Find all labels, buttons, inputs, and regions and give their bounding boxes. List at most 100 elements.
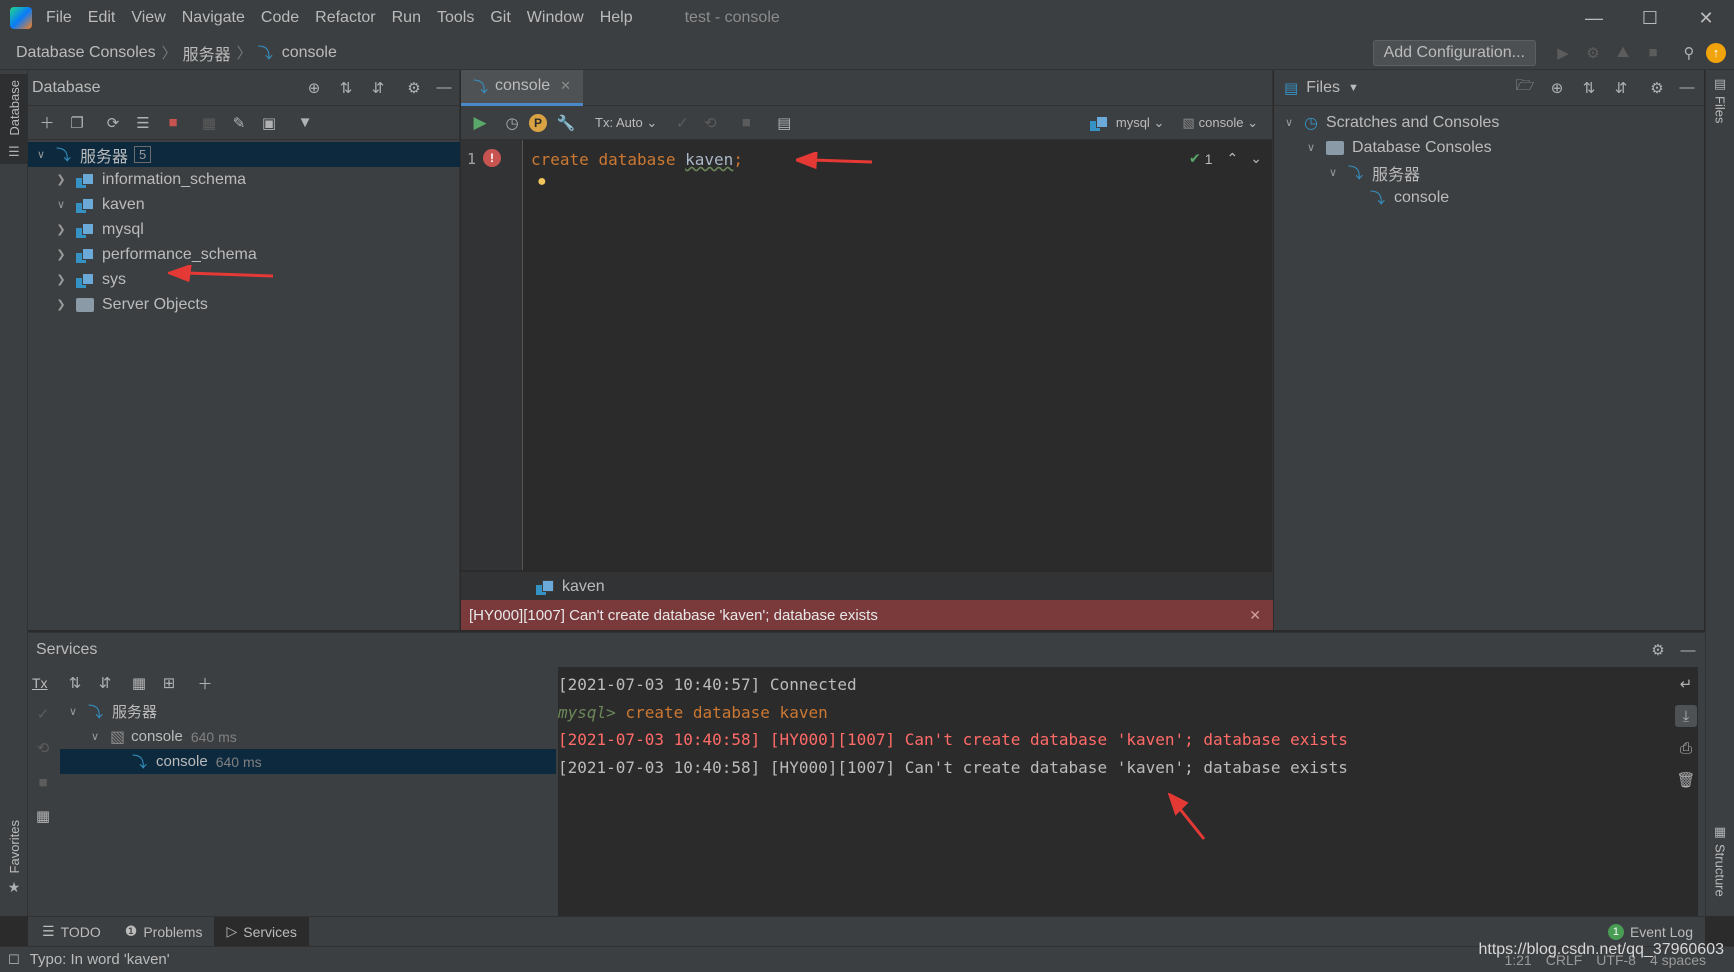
chevron-down-icon[interactable]: ∨ [1282,116,1296,129]
tree-node-database-consoles[interactable]: ∨ Database Consoles [1274,135,1704,160]
commit-icon[interactable]: ✓ [671,112,693,134]
layout-icon[interactable]: ▦ [32,805,54,827]
print-icon[interactable]: ⎙ [1675,737,1697,759]
gear-icon[interactable]: ⚙ [1646,77,1668,99]
collapse-all-icon[interactable]: ⇵ [94,672,116,694]
chevron-down-icon[interactable]: ▼ [1348,82,1359,94]
tree-node-schema[interactable]: ❯ information_schema [28,167,460,192]
menu-edit[interactable]: Edit [88,9,116,27]
hide-panel-icon[interactable]: — [433,77,455,99]
menu-view[interactable]: View [131,9,165,27]
breadcrumb-database-consoles[interactable]: Database Consoles [16,44,156,62]
collapse-all-icon[interactable]: ⇵ [367,77,389,99]
maximize-icon[interactable]: ☐ [1622,8,1678,29]
close-window-icon[interactable]: ✕ [1678,8,1734,29]
chevron-right-icon[interactable]: ❯ [54,298,68,311]
tree-node-scratches[interactable]: ∨ ◷ Scratches and Consoles [1274,110,1704,135]
filter-icon[interactable]: ▼ [294,112,316,134]
table-icon[interactable]: ▦ [198,112,220,134]
structure-tool-button[interactable]: ▦ Structure [1706,824,1734,897]
collapse-all-icon[interactable]: ⇵ [1610,77,1632,99]
commit-icon[interactable]: ✓ [32,703,54,725]
chevron-right-icon[interactable]: ❯ [54,273,68,286]
add-icon[interactable]: ＋ [36,112,58,134]
tx-mode-dropdown[interactable]: Tx: Auto ⌄ [595,115,657,131]
run-icon[interactable]: ▶ [1552,42,1574,64]
tree-node-console[interactable]: ⤵ console [1274,185,1704,210]
group-by-icon[interactable]: ▦ [128,672,150,694]
expand-all-icon[interactable]: ⇅ [64,672,86,694]
menu-refactor[interactable]: Refactor [315,9,375,27]
statement-breadcrumb[interactable]: kaven [461,572,1273,600]
tree-node-server[interactable]: ∨ ⤵ 服务器 [1274,160,1704,185]
menu-help[interactable]: Help [600,9,633,27]
menu-file[interactable]: File [46,9,72,27]
trash-icon[interactable]: 🗑 [1675,769,1697,791]
coverage-icon[interactable]: ⛰ [1612,42,1634,64]
execute-icon[interactable]: ▶ [469,112,491,134]
expand-all-icon[interactable]: ⇅ [335,77,357,99]
breadcrumb-console[interactable]: console [282,44,337,62]
explain-plan-icon[interactable]: P [529,113,547,132]
cancel-query-icon[interactable]: ■ [735,112,757,134]
chevron-down-icon[interactable]: ⌄ [1250,150,1262,167]
chevron-down-icon[interactable]: ∨ [34,148,48,161]
soft-wrap-icon[interactable]: ↵ [1675,673,1697,695]
copy-icon[interactable]: ❐ [66,112,88,134]
tab-services[interactable]: ▷ Services [214,916,309,947]
tree-node-schema[interactable]: ❯ mysql [28,217,460,242]
toggle-tool-windows-icon[interactable]: ☐ [8,952,20,968]
services-node-console[interactable]: ⤵ console 640 ms [60,749,556,774]
services-node-session[interactable]: ∨ ▧ console 640 ms [60,724,556,749]
history-icon[interactable]: ◷ [501,112,523,134]
tab-console[interactable]: ⤵ console ✕ [461,69,584,106]
stop-icon[interactable]: ■ [1642,42,1664,64]
inspection-widget[interactable]: ✔ 1 ⌃ ⌄ [1189,150,1262,167]
chevron-down-icon[interactable]: ∨ [66,705,80,718]
chevron-down-icon[interactable]: ∨ [1326,166,1340,179]
chevron-right-icon[interactable]: ❯ [54,223,68,236]
locate-icon[interactable]: ⊕ [1546,77,1568,99]
session-selector[interactable]: ▧ console ⌄ [1182,115,1258,131]
services-node-server[interactable]: ∨ ⤵ 服务器 [60,699,556,724]
lightbulb-icon[interactable]: ● [537,173,547,191]
tx-mode-label[interactable]: Tx [32,675,54,691]
error-marker-icon[interactable]: ! [483,149,501,167]
add-configuration-button[interactable]: Add Configuration... [1372,39,1536,66]
close-icon[interactable]: ✕ [1249,607,1261,624]
gear-icon[interactable]: ⚙ [403,77,425,99]
rollback-icon[interactable]: ⟲ [699,112,721,134]
chevron-right-icon[interactable]: ❯ [54,248,68,261]
menu-git[interactable]: Git [490,9,510,27]
hide-panel-icon[interactable]: — [1677,639,1699,661]
tree-node-server-objects[interactable]: ❯ Server Objects [28,292,460,317]
search-icon[interactable]: ⚲ [1678,42,1700,64]
settings-wrench-icon[interactable]: 🔧 [555,112,577,134]
debug-icon[interactable]: ⚙ [1582,42,1604,64]
chevron-down-icon[interactable]: ∨ [88,730,102,743]
tab-problems[interactable]: ❶ Problems [113,917,215,947]
hide-panel-icon[interactable]: — [1676,77,1698,99]
add-icon[interactable]: ＋ [194,672,216,694]
chevron-down-icon[interactable]: ∨ [54,198,68,211]
disconnect-icon[interactable]: ■ [162,112,184,134]
tree-node-server[interactable]: ∨ ⤵ 服务器 5 [28,142,460,167]
menu-run[interactable]: Run [392,9,421,27]
schema-selector[interactable]: mysql ⌄ [1089,115,1164,131]
scroll-to-end-icon[interactable]: ⤓ [1675,705,1697,727]
code-line[interactable]: create database kaven; [531,150,743,169]
menu-window[interactable]: Window [527,9,584,27]
console-output[interactable]: [2021-07-03 10:40:57] Connected mysql> c… [558,667,1698,917]
new-tab-icon[interactable]: ⊞ [158,672,180,694]
open-folder-icon[interactable]: 🗁 [1514,77,1536,99]
tree-node-schema[interactable]: ❯ performance_schema [28,242,460,267]
refresh-icon[interactable]: ⟳ [102,112,124,134]
gear-icon[interactable]: ⚙ [1647,639,1669,661]
favorites-tool-button[interactable]: Favorites ★ [0,820,28,896]
breadcrumb-server[interactable]: 服务器 [183,41,231,65]
output-layout-icon[interactable]: ▤ [773,112,795,134]
chevron-up-icon[interactable]: ⌃ [1227,150,1239,167]
menu-navigate[interactable]: Navigate [182,9,245,27]
chevron-down-icon[interactable]: ∨ [1304,141,1318,154]
rollback-icon[interactable]: ⟲ [32,737,54,759]
